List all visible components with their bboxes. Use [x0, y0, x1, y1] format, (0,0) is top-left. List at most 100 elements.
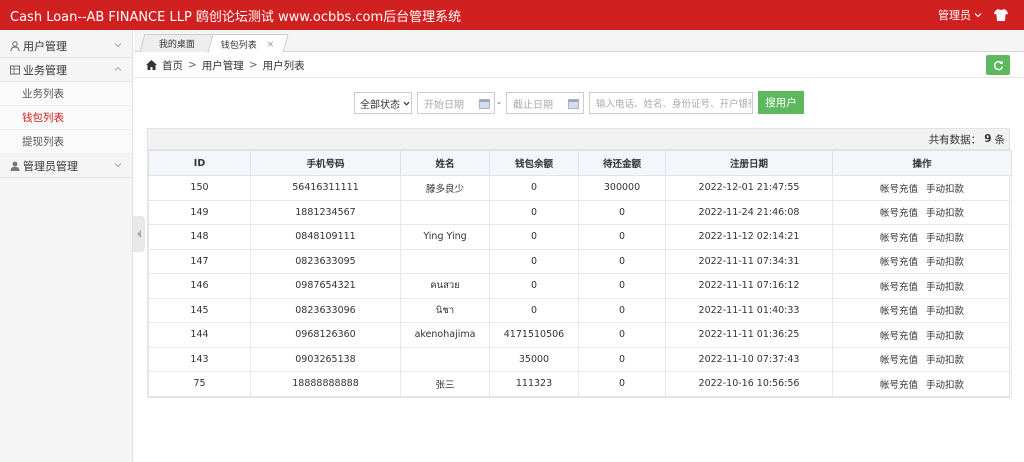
cell-reg-date: 2022-11-12 02:14:21 [665, 224, 833, 250]
table-row: 145 0823633096 นิชา 0 0 2022-11-11 01:40… [148, 297, 1012, 323]
recharge-link[interactable]: 帐号充值 [880, 282, 918, 293]
sidebar-item-business-list[interactable]: 业务列表 [0, 82, 132, 106]
deduct-link[interactable]: 手动扣款 [926, 306, 964, 317]
close-icon[interactable]: × [267, 39, 275, 49]
cell-phone: 0848109111 [250, 224, 401, 250]
record-count-unit: 条 [994, 133, 1006, 146]
cell-due: 300000 [578, 175, 666, 201]
recharge-link[interactable]: 帐号充值 [880, 331, 918, 342]
breadcrumb-level2: 用户列表 [262, 59, 305, 72]
record-count: 共有数据： 9 条 [148, 129, 1009, 150]
cell-due: 0 [578, 199, 666, 225]
end-date-input[interactable]: 截止日期 [506, 92, 584, 114]
chevron-down-icon [403, 101, 410, 106]
cell-phone: 0903265138 [250, 346, 401, 372]
deduct-link[interactable]: 手动扣款 [926, 208, 964, 219]
deduct-link[interactable]: 手动扣款 [926, 282, 964, 293]
recharge-link[interactable]: 帐号充值 [880, 184, 918, 195]
calendar-icon [568, 99, 579, 109]
column-header-balance: 钱包余额 [489, 150, 579, 176]
cell-id: 147 [148, 248, 251, 274]
cell-phone: 18888888888 [250, 371, 401, 397]
sidebar-item-wallet-list[interactable]: 钱包列表 [0, 106, 132, 130]
cell-actions: 帐号充值 手动扣款 [832, 224, 1012, 250]
cell-reg-date: 2022-10-16 10:56:56 [665, 371, 833, 397]
recharge-link[interactable]: 帐号充值 [880, 208, 918, 219]
sidebar-group-business[interactable]: 业务管理 [0, 58, 132, 82]
cell-phone: 1881234567 [250, 199, 401, 225]
person-icon [10, 161, 20, 171]
cell-name [400, 199, 490, 225]
deduct-link[interactable]: 手动扣款 [926, 257, 964, 268]
recharge-link[interactable]: 帐号充值 [880, 355, 918, 366]
cell-id: 143 [148, 346, 251, 372]
tshirt-icon[interactable] [994, 9, 1008, 21]
record-count-value: 9 [984, 133, 992, 145]
admin-menu[interactable]: 管理员 [938, 7, 982, 23]
status-select-value: 全部状态 [360, 99, 400, 111]
date-range-dash: - [497, 96, 501, 109]
keyword-search-input[interactable]: 输入电话、姓名、身份证号、开户银行 [589, 92, 753, 114]
cell-id: 149 [148, 199, 251, 225]
cell-reg-date: 2022-11-11 01:36:25 [665, 322, 833, 348]
tab-wallet-list[interactable]: 钱包列表 × [207, 34, 289, 53]
cell-id: 148 [148, 224, 251, 250]
breadcrumb-level1[interactable]: 用户管理 [202, 58, 244, 73]
calendar-icon [479, 99, 490, 109]
table-row: 143 0903265138 35000 0 2022-11-10 07:37:… [148, 346, 1012, 372]
cell-name: Ying Ying [400, 224, 490, 250]
refresh-icon [993, 60, 1003, 70]
table-row: 144 0968126360 akenohajima 4171510506 0 … [148, 322, 1012, 348]
refresh-button[interactable] [986, 55, 1010, 75]
cell-reg-date: 2022-12-01 21:47:55 [665, 175, 833, 201]
cell-reg-date: 2022-11-11 07:34:31 [665, 248, 833, 274]
cell-actions: 帐号充值 手动扣款 [832, 248, 1012, 274]
cell-name: 张三 [400, 371, 490, 397]
cell-due: 0 [578, 273, 666, 299]
cell-reg-date: 2022-11-11 07:16:12 [665, 273, 833, 299]
breadcrumb-home[interactable]: 首页 [162, 58, 183, 73]
cell-actions: 帐号充值 手动扣款 [832, 346, 1012, 372]
cell-due: 0 [578, 297, 666, 323]
recharge-link[interactable]: 帐号充值 [880, 233, 918, 244]
sidebar-group-user[interactable]: 用户管理 [0, 34, 132, 58]
sidebar-item-withdraw-list[interactable]: 提现列表 [0, 130, 132, 154]
deduct-link[interactable]: 手动扣款 [926, 233, 964, 244]
breadcrumb-separator: > [248, 59, 258, 71]
cell-phone: 0823633095 [250, 248, 401, 274]
user-icon [10, 40, 20, 51]
deduct-link[interactable]: 手动扣款 [926, 331, 964, 342]
tab-bar: 我的桌面 钱包列表 × [134, 30, 1024, 53]
cell-balance: 0 [489, 175, 579, 201]
cell-name: 滕多良少 [400, 175, 490, 201]
cell-id: 150 [148, 175, 251, 201]
status-select[interactable]: 全部状态 [354, 92, 412, 114]
recharge-link[interactable]: 帐号充值 [880, 380, 918, 391]
start-date-placeholder: 开始日期 [424, 99, 464, 111]
recharge-link[interactable]: 帐号充值 [880, 257, 918, 268]
deduct-link[interactable]: 手动扣款 [926, 355, 964, 366]
sidebar-group-admin[interactable]: 管理员管理 [0, 154, 132, 178]
recharge-link[interactable]: 帐号充值 [880, 306, 918, 317]
cell-balance: 0 [489, 224, 579, 250]
cell-id: 75 [148, 371, 251, 397]
start-date-input[interactable]: 开始日期 [417, 92, 495, 114]
search-users-button[interactable]: 搜用户 [758, 91, 804, 114]
deduct-link[interactable]: 手动扣款 [926, 380, 964, 391]
chevron-down-icon [114, 163, 122, 168]
cell-actions: 帐号充值 手动扣款 [832, 175, 1012, 201]
cell-balance: 4171510506 [489, 322, 579, 348]
chevron-down-icon [974, 13, 982, 18]
cell-due: 0 [578, 224, 666, 250]
deduct-link[interactable]: 手动扣款 [926, 184, 964, 195]
wallet-table-panel: 共有数据： 9 条 ID 手机号码 姓名 钱包余额 待还金额 注册日期 操作 1… [147, 128, 1012, 398]
cell-name [400, 346, 490, 372]
cell-actions: 帐号充值 手动扣款 [832, 322, 1012, 348]
cell-phone: 0987654321 [250, 273, 401, 299]
breadcrumb-separator: > [188, 59, 197, 71]
tab-my-desktop[interactable]: 我的桌面 [139, 34, 215, 52]
cell-reg-date: 2022-11-11 01:40:33 [665, 297, 833, 323]
home-icon [146, 60, 157, 70]
sidebar-collapse-handle[interactable] [133, 216, 145, 252]
cell-phone: 56416311111 [250, 175, 401, 201]
